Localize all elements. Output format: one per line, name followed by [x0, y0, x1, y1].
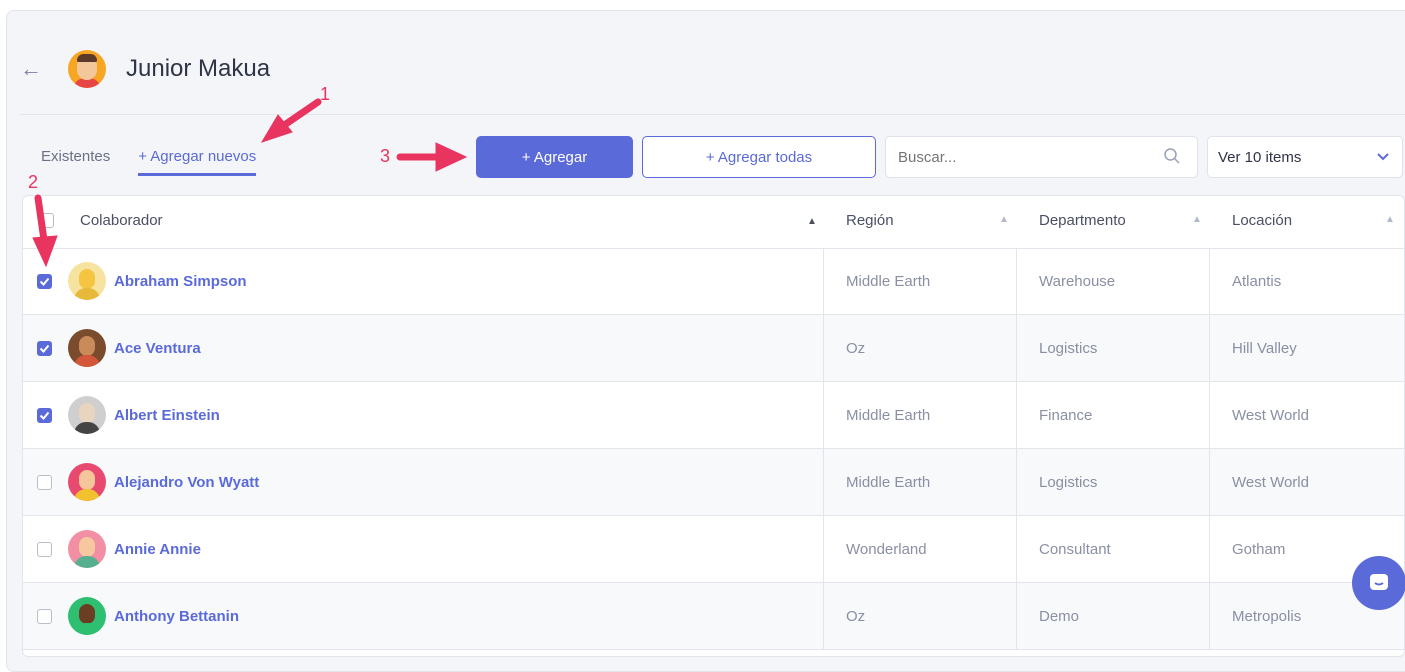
- chat-launcher-button[interactable]: [1352, 556, 1405, 610]
- chat-icon: [1370, 574, 1388, 590]
- annotation-arrows: [32, 98, 468, 268]
